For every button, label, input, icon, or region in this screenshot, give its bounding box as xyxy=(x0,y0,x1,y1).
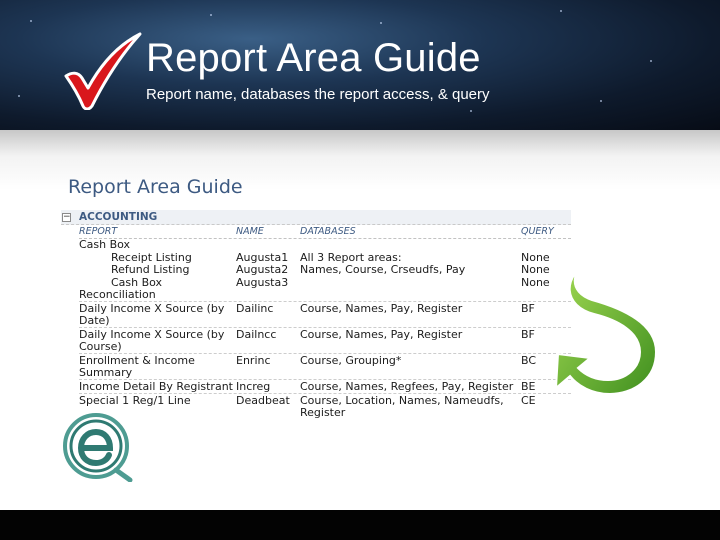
star-decoration xyxy=(18,95,20,97)
star-decoration xyxy=(380,22,382,24)
star-decoration xyxy=(210,14,212,16)
query-cell: None xyxy=(521,263,550,276)
query-cell: CE xyxy=(521,394,536,407)
query-cell: BE xyxy=(521,380,536,393)
query-cell: BF xyxy=(521,302,535,315)
name-cell: Increg xyxy=(236,380,271,393)
name-cell: Deadbeat xyxy=(236,394,290,407)
report-cell: Cash Box xyxy=(79,238,131,251)
databases-cell: Names, Course, Crseudfs, Pay xyxy=(300,263,466,276)
report-cell: Reconciliation xyxy=(79,288,156,301)
report-cell: Refund Listing xyxy=(111,263,190,276)
databases-cell: Course, Grouping* xyxy=(300,354,402,367)
databases-cell: Register xyxy=(300,406,346,419)
databases-cell: Course, Names, Pay, Register xyxy=(300,328,463,341)
name-cell: Dailinc xyxy=(236,302,274,315)
group-title: ACCOUNTING xyxy=(79,211,158,223)
report-cell: Special 1 Reg/1 Line xyxy=(79,394,191,407)
report-cell: Income Detail By Registrant xyxy=(79,380,233,393)
report-table: − ACCOUNTING REPORT NAME DATABASES QUERY… xyxy=(61,210,571,422)
name-cell: Dailncc xyxy=(236,328,277,341)
query-cell: BF xyxy=(521,328,535,341)
green-return-arrow-icon xyxy=(554,257,658,396)
header-divider xyxy=(79,238,571,239)
red-checkmark-icon xyxy=(64,32,142,110)
column-header-databases: DATABASES xyxy=(300,226,356,237)
star-decoration xyxy=(470,110,472,112)
slide-footer-bar xyxy=(0,510,720,540)
slide-subtitle: Report name, databases the report access… xyxy=(146,86,490,103)
query-cell: None xyxy=(521,276,550,289)
query-cell: BC xyxy=(521,354,537,367)
name-cell: Enrinc xyxy=(236,354,271,367)
report-cell: Course) xyxy=(79,340,122,353)
star-decoration xyxy=(600,100,602,102)
group-header-accounting[interactable]: − ACCOUNTING xyxy=(61,210,571,225)
report-area-heading: Report Area Guide xyxy=(68,176,243,198)
databases-cell: Course, Names, Pay, Register xyxy=(300,302,463,315)
slide-header: Report Area Guide Report name, databases… xyxy=(0,0,720,130)
star-decoration xyxy=(560,10,562,12)
e-logo-icon xyxy=(63,413,133,482)
collapse-toggle-icon[interactable]: − xyxy=(62,213,71,222)
name-cell: Augusta3 xyxy=(236,276,289,289)
databases-cell: Course, Names, Regfees, Pay, Register xyxy=(300,380,514,393)
report-cell: Summary xyxy=(79,366,133,379)
report-cell: Date) xyxy=(79,314,110,327)
slide-title: Report Area Guide xyxy=(146,36,481,80)
column-header-report: REPORT xyxy=(79,226,118,237)
column-header-name: NAME xyxy=(236,226,264,237)
name-cell: Augusta2 xyxy=(236,263,289,276)
star-decoration xyxy=(30,20,32,22)
column-header-query: QUERY xyxy=(521,226,554,237)
star-decoration xyxy=(650,60,652,62)
